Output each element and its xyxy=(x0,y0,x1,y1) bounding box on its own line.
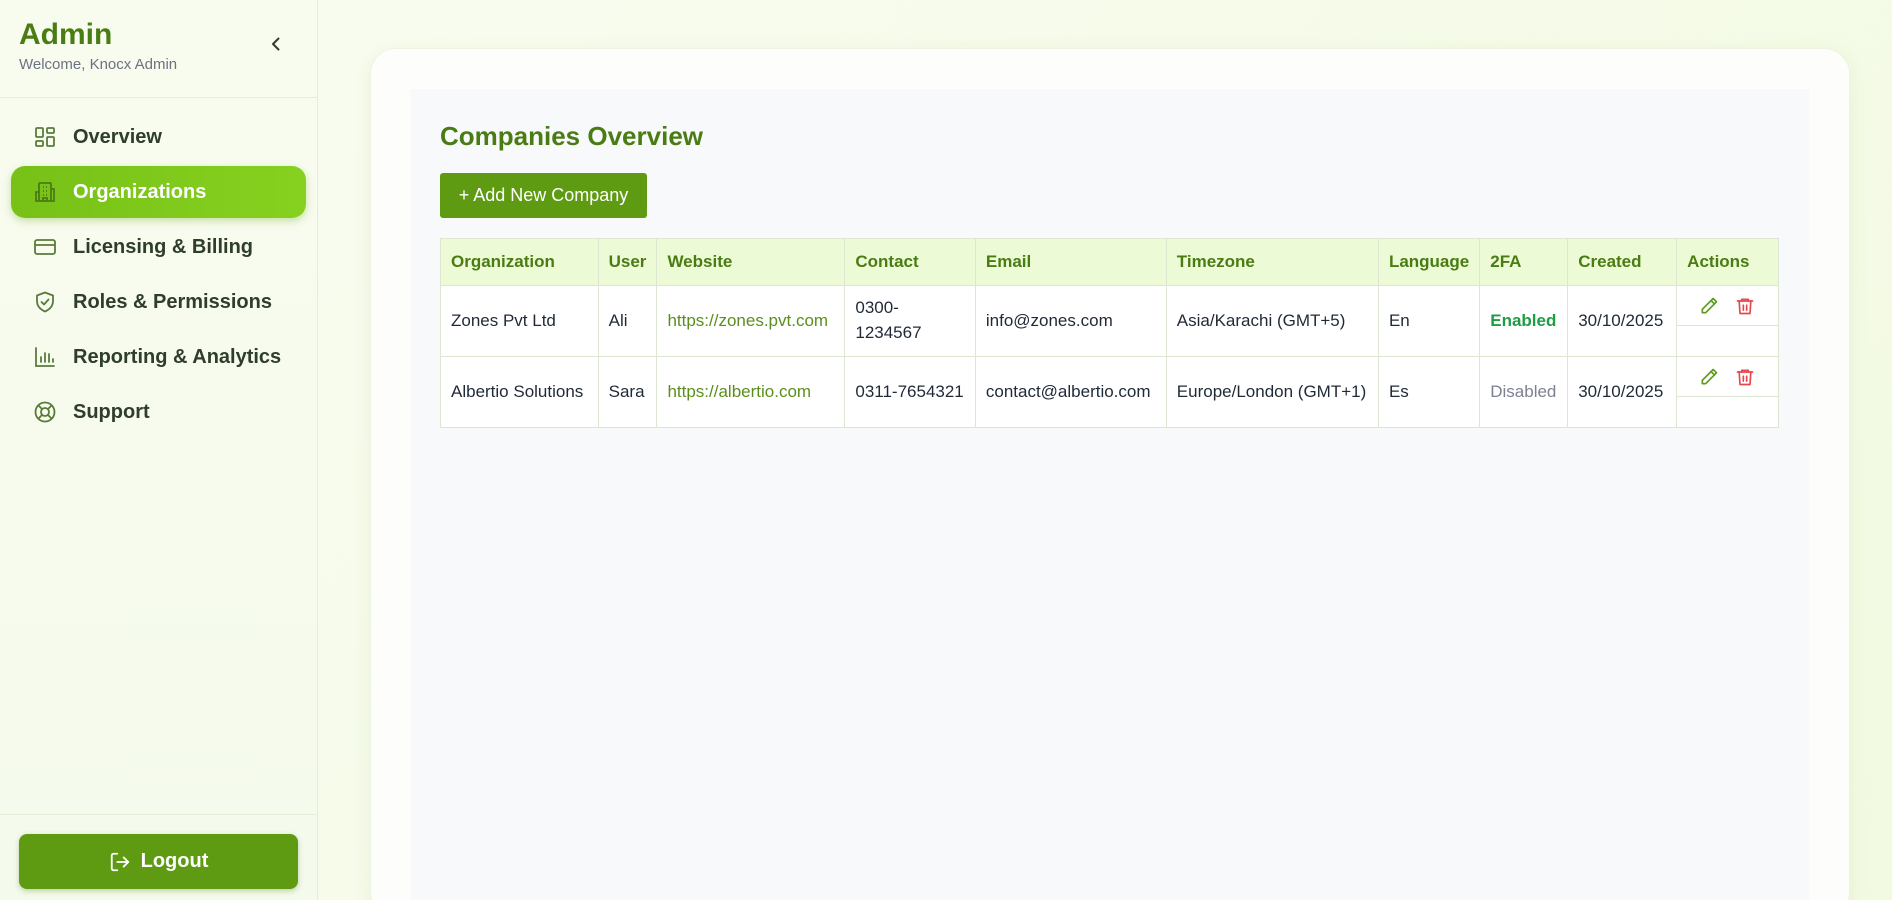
cell-timezone: Asia/Karachi (GMT+5) xyxy=(1165,285,1379,357)
cell-website: https://zones.pvt.com xyxy=(656,285,846,357)
row-actions xyxy=(1677,286,1778,326)
sidebar-item-label: Roles & Permissions xyxy=(73,290,272,313)
cell-user: Sara xyxy=(597,356,658,428)
sidebar-item-reporting-analytics[interactable]: Reporting & Analytics xyxy=(11,331,306,383)
cell-email: info@zones.com xyxy=(974,285,1167,357)
table-header-row: Organization User Website Contact Email … xyxy=(440,238,1779,286)
bar-chart-icon xyxy=(33,345,57,369)
sidebar-item-overview[interactable]: Overview xyxy=(11,111,306,163)
column-header-created[interactable]: Created xyxy=(1567,238,1678,286)
sidebar-item-label: Support xyxy=(73,400,150,423)
welcome-text: Welcome, Knocx Admin xyxy=(19,56,178,73)
cell-2fa: Disabled xyxy=(1479,356,1569,428)
sidebar-item-roles-permissions[interactable]: Roles & Permissions xyxy=(11,276,306,328)
pencil-icon xyxy=(1701,368,1718,384)
edit-button[interactable] xyxy=(1699,296,1719,316)
brand: Admin Welcome, Knocx Admin xyxy=(19,18,177,73)
column-header-email[interactable]: Email xyxy=(974,238,1167,286)
sidebar-bottom-divider xyxy=(0,814,318,815)
2fa-status-badge: Disabled xyxy=(1490,381,1557,401)
sidebar-item-label: Licensing & Billing xyxy=(73,235,254,258)
sidebar-nav: Overview Organizations Licensing & Billi… xyxy=(11,111,306,441)
cell-2fa: Enabled xyxy=(1479,285,1569,357)
cell-language: Es xyxy=(1377,356,1481,428)
column-header-language[interactable]: Language xyxy=(1377,238,1481,286)
column-header-actions: Actions xyxy=(1676,238,1779,286)
cell-actions xyxy=(1676,285,1779,357)
cell-email: contact@albertio.com xyxy=(974,356,1167,428)
column-header-user[interactable]: User xyxy=(597,238,658,286)
edit-button[interactable] xyxy=(1699,367,1719,387)
table-row: Albertio Solutions Sara https://albertio… xyxy=(440,356,1779,428)
building-icon xyxy=(33,180,57,204)
cell-language: En xyxy=(1377,285,1481,357)
delete-button[interactable] xyxy=(1735,296,1755,316)
collapse-sidebar-button[interactable] xyxy=(264,34,288,58)
2fa-status-badge: Enabled xyxy=(1490,310,1557,330)
cell-organization: Zones Pvt Ltd xyxy=(440,285,599,357)
cell-user: Ali xyxy=(597,285,658,357)
table-row: Zones Pvt Ltd Ali https://zones.pvt.com … xyxy=(440,285,1779,357)
credit-card-icon xyxy=(33,235,57,259)
cell-website: https://albertio.com xyxy=(656,356,846,428)
sidebar: Admin Welcome, Knocx Admin Overview Orga… xyxy=(0,0,318,900)
cell-contact: 0300-1234567 xyxy=(844,285,976,357)
trash-icon xyxy=(1736,369,1754,385)
delete-button[interactable] xyxy=(1735,367,1755,387)
row-actions xyxy=(1677,357,1778,397)
sidebar-item-label: Overview xyxy=(73,125,162,148)
sidebar-item-label: Reporting & Analytics xyxy=(73,345,282,368)
dashboard-grid-icon xyxy=(33,125,57,149)
cell-contact: 0311-7654321 xyxy=(844,356,976,428)
sidebar-item-licensing-billing[interactable]: Licensing & Billing xyxy=(11,221,306,273)
sidebar-divider xyxy=(0,97,318,98)
column-header-2fa[interactable]: 2FA xyxy=(1479,238,1569,286)
column-header-website[interactable]: Website xyxy=(656,238,846,286)
pencil-icon xyxy=(1701,297,1718,313)
page-title: Companies Overview xyxy=(440,121,703,151)
lifebuoy-icon xyxy=(33,400,57,424)
trash-icon xyxy=(1736,298,1754,314)
cell-actions xyxy=(1676,356,1779,428)
column-header-timezone[interactable]: Timezone xyxy=(1165,238,1379,286)
companies-table: Organization User Website Contact Email … xyxy=(440,238,1779,428)
chevron-left-icon xyxy=(268,36,284,57)
sidebar-item-support[interactable]: Support xyxy=(11,386,306,438)
sidebar-item-label: Organizations xyxy=(73,180,207,203)
brand-title: Admin xyxy=(19,18,113,51)
column-header-organization[interactable]: Organization xyxy=(440,238,599,286)
logout-icon xyxy=(109,851,131,873)
cell-created: 30/10/2025 xyxy=(1567,356,1678,428)
column-header-contact[interactable]: Contact xyxy=(844,238,976,286)
cell-timezone: Europe/London (GMT+1) xyxy=(1165,356,1379,428)
website-link[interactable]: https://zones.pvt.com xyxy=(667,311,828,330)
logout-label: Logout xyxy=(140,850,209,872)
shield-check-icon xyxy=(33,290,57,314)
cell-created: 30/10/2025 xyxy=(1567,285,1678,357)
cell-organization: Albertio Solutions xyxy=(440,356,599,428)
sidebar-item-organizations[interactable]: Organizations xyxy=(11,166,306,218)
add-new-company-button[interactable]: + Add New Company xyxy=(440,173,647,218)
website-link[interactable]: https://albertio.com xyxy=(667,382,811,401)
logout-button[interactable]: Logout xyxy=(19,834,298,889)
